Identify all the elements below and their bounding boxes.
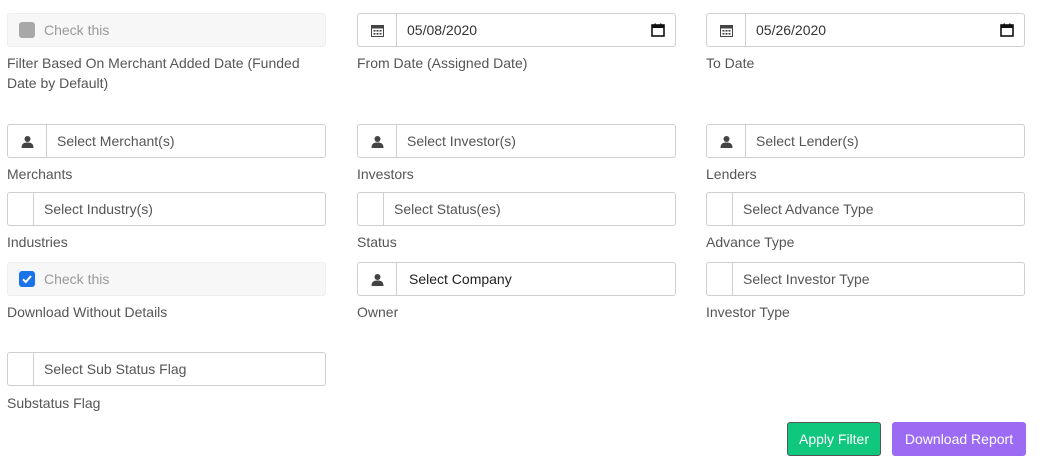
user-icon (720, 135, 732, 148)
from-date-field[interactable]: 05/08/2020 (357, 13, 676, 47)
status-placeholder: Select Status(es) (394, 201, 501, 217)
to-date-label: To Date (706, 55, 755, 71)
owner-label: Owner (357, 304, 399, 320)
user-icon (371, 273, 383, 286)
date-picker-icon[interactable] (651, 23, 665, 37)
calendar-icon (370, 24, 384, 37)
company-select[interactable]: Select Company (357, 262, 676, 296)
unchecked-checkbox-icon[interactable] (19, 22, 35, 38)
empty-addon (358, 193, 384, 225)
merchant-select[interactable]: Select Merchant(s) (7, 124, 326, 158)
user-addon (358, 125, 397, 157)
checked-checkbox-icon[interactable] (19, 271, 35, 287)
user-addon (358, 263, 397, 295)
substatus-flag-select[interactable]: Select Sub Status Flag (7, 352, 326, 386)
empty-addon (8, 353, 34, 385)
download-report-button[interactable]: Download Report (892, 422, 1026, 456)
empty-addon (707, 193, 733, 225)
checkbox-text: Check this (44, 22, 110, 38)
download-without-details-checkbox-wrapper[interactable]: Check this (7, 262, 326, 296)
filter-added-date-checkbox-wrapper[interactable]: Check this (7, 13, 326, 47)
from-date-value[interactable]: 05/08/2020 (397, 14, 651, 46)
checkmark-icon (22, 275, 32, 284)
apply-filter-button[interactable]: Apply Filter (787, 422, 881, 456)
industries-label: Industries (7, 234, 68, 250)
lender-select[interactable]: Select Lender(s) (706, 124, 1025, 158)
from-date-label: From Date (Assigned Date) (357, 55, 528, 71)
company-selected-value: Select Company (409, 271, 512, 287)
calendar-icon (719, 24, 733, 37)
investor-type-placeholder: Select Investor Type (743, 271, 870, 287)
substatus-flag-label: Substatus Flag (7, 395, 101, 411)
empty-addon (707, 263, 733, 295)
status-select[interactable]: Select Status(es) (357, 192, 676, 226)
user-addon (8, 125, 47, 157)
empty-addon (8, 193, 34, 225)
advance-type-placeholder: Select Advance Type (743, 201, 874, 217)
calendar-addon (358, 14, 397, 46)
user-addon (707, 125, 746, 157)
investor-type-select[interactable]: Select Investor Type (706, 262, 1025, 296)
to-date-value[interactable]: 05/26/2020 (746, 14, 1000, 46)
date-picker-button[interactable] (1000, 14, 1024, 46)
user-icon (21, 135, 33, 148)
merchant-placeholder: Select Merchant(s) (57, 133, 175, 149)
investor-select[interactable]: Select Investor(s) (357, 124, 676, 158)
investor-type-label: Investor Type (706, 304, 790, 320)
user-icon (371, 135, 383, 148)
industry-select[interactable]: Select Industry(s) (7, 192, 326, 226)
substatus-flag-placeholder: Select Sub Status Flag (44, 361, 187, 377)
lender-placeholder: Select Lender(s) (756, 133, 859, 149)
advance-type-select[interactable]: Select Advance Type (706, 192, 1025, 226)
calendar-addon (707, 14, 746, 46)
filter-added-date-label: Filter Based On Merchant Added Date (Fun… (7, 55, 300, 91)
lenders-label: Lenders (706, 166, 757, 182)
date-picker-button[interactable] (651, 14, 675, 46)
investors-label: Investors (357, 166, 414, 182)
investor-placeholder: Select Investor(s) (407, 133, 516, 149)
checkbox-text: Check this (44, 271, 110, 287)
date-picker-icon[interactable] (1000, 23, 1014, 37)
industry-placeholder: Select Industry(s) (44, 201, 153, 217)
merchants-label: Merchants (7, 166, 73, 182)
advance-type-label: Advance Type (706, 234, 795, 250)
download-without-details-label: Download Without Details (7, 304, 168, 320)
to-date-field[interactable]: 05/26/2020 (706, 13, 1025, 47)
status-label: Status (357, 234, 397, 250)
